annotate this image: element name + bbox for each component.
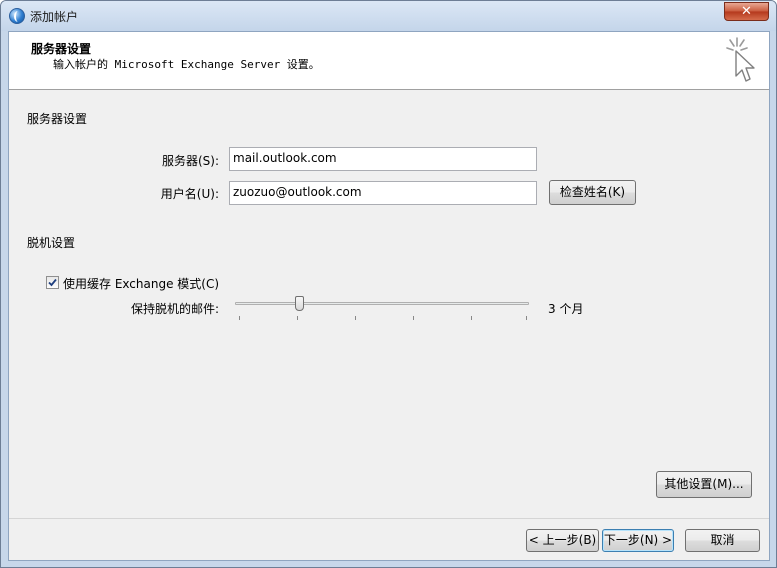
slider-tick — [297, 316, 298, 320]
slider-tick — [413, 316, 414, 320]
slider-track[interactable] — [235, 302, 529, 305]
outlook-app-icon — [9, 8, 25, 24]
header-title: 服务器设置 — [31, 42, 92, 56]
footer-divider — [9, 518, 769, 519]
keep-offline-value: 3 个月 — [548, 302, 584, 316]
slider-tick — [239, 316, 240, 320]
back-button[interactable]: < 上一步(B) — [526, 529, 599, 552]
close-button[interactable]: ✕ — [724, 2, 769, 21]
more-settings-button[interactable]: 其他设置(M)... — [656, 471, 752, 498]
add-account-window: 添加帐户 ✕ 服务器设置 输入帐户的 Microsoft Exchange Se… — [0, 0, 777, 568]
check-name-button[interactable]: 检查姓名(K) — [549, 180, 636, 205]
server-settings-heading: 服务器设置 — [27, 112, 88, 126]
slider-thumb[interactable] — [295, 296, 304, 311]
title-bar[interactable]: 添加帐户 ✕ — [1, 1, 776, 31]
keep-offline-slider[interactable] — [235, 294, 531, 322]
slider-tick — [471, 316, 472, 320]
cached-mode-checkbox[interactable] — [46, 276, 59, 289]
wizard-header: 服务器设置 输入帐户的 Microsoft Exchange Server 设置… — [9, 32, 769, 90]
username-input[interactable]: zuozuo@outlook.com — [229, 181, 537, 205]
cached-mode-label[interactable]: 使用缓存 Exchange 模式(C) — [63, 275, 219, 292]
wizard-cursor-icon — [726, 37, 755, 82]
slider-tick — [355, 316, 356, 320]
keep-offline-label: 保持脱机的邮件: — [130, 302, 219, 316]
slider-tick — [526, 316, 527, 320]
offline-settings-heading: 脱机设置 — [27, 236, 76, 250]
username-label: 用户名(U): — [160, 187, 219, 201]
server-input[interactable]: mail.outlook.com — [229, 147, 537, 171]
header-subtitle: 输入帐户的 Microsoft Exchange Server 设置。 — [53, 58, 320, 71]
dialog-client-area: 服务器设置 输入帐户的 Microsoft Exchange Server 设置… — [8, 31, 770, 561]
server-label: 服务器(S): — [161, 154, 219, 168]
window-title: 添加帐户 — [30, 10, 79, 24]
next-button[interactable]: 下一步(N) > — [602, 529, 674, 552]
checkmark-icon — [48, 278, 57, 287]
cancel-button[interactable]: 取消 — [685, 529, 760, 552]
